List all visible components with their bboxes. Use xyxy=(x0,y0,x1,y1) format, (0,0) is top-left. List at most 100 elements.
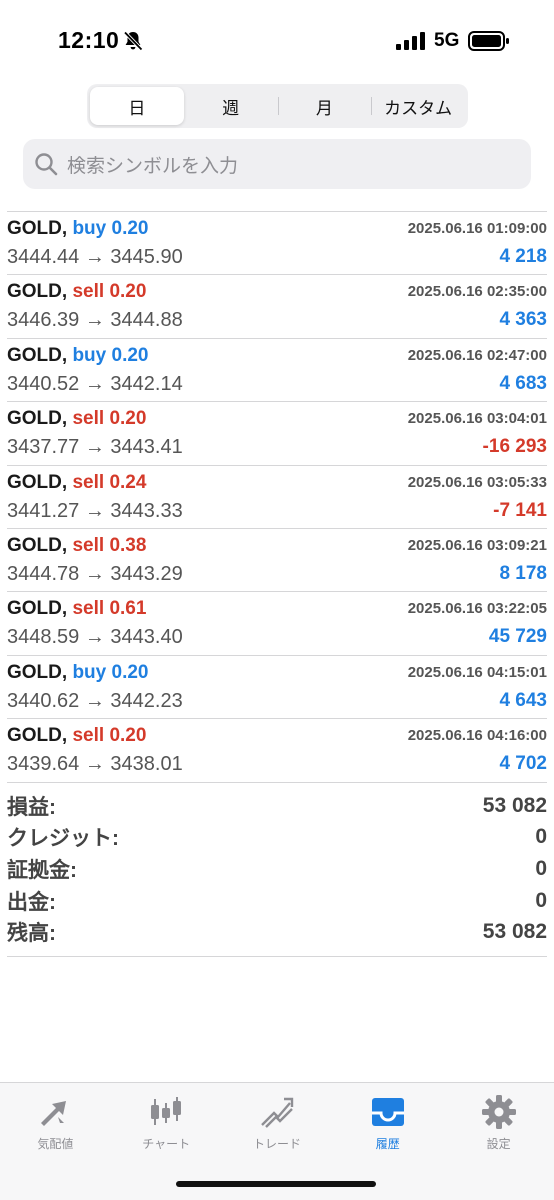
trade-volume: 0.20 xyxy=(109,725,147,747)
summary-row: クレジット: 0 xyxy=(7,822,547,854)
trade-side: sell xyxy=(72,408,105,430)
trade-time: 2025.06.16 03:22:05 xyxy=(407,600,547,618)
trade-symbol: GOLD, xyxy=(7,534,68,556)
trade-title: GOLD, sell 0.20 xyxy=(7,408,146,430)
open-price: 3444.78 xyxy=(7,562,80,585)
trade-volume: 0.38 xyxy=(109,534,147,556)
close-price: 3442.23 xyxy=(110,689,183,712)
summary-value: 53 082 xyxy=(482,920,547,944)
summary-row: 損益: 53 082 xyxy=(7,790,547,822)
candlestick-chart-icon xyxy=(151,1097,182,1125)
trade-profit: -7 141 xyxy=(493,499,547,521)
trade-symbol: GOLD, xyxy=(7,598,68,620)
account-summary: 損益: 53 082 クレジット: 0 証拠金: 0 出金: 0 残高: 53 082 xyxy=(7,790,547,957)
bell-slash-icon xyxy=(123,31,143,51)
arrow-right-icon: → xyxy=(84,753,105,776)
trade-prices: 3439.64 → 3438.01 xyxy=(7,753,183,776)
home-indicator xyxy=(176,1181,376,1187)
close-price: 3442.14 xyxy=(110,372,183,395)
trade-prices: 3448.59 → 3443.40 xyxy=(7,626,183,649)
segment-label: 日 xyxy=(128,98,146,118)
trade-time: 2025.06.16 03:05:33 xyxy=(407,473,547,491)
segment-day[interactable]: 日 xyxy=(90,87,184,125)
tab-label: 設定 xyxy=(486,1137,511,1151)
trade-title: GOLD, sell 0.24 xyxy=(7,472,146,494)
trade-volume: 0.20 xyxy=(109,281,147,303)
summary-value: 0 xyxy=(535,856,547,880)
trade-row[interactable]: GOLD, sell 0.20 2025.06.16 03:04:01 3437.7… xyxy=(7,402,547,466)
trade-row[interactable]: GOLD, sell 0.24 2025.06.16 03:05:33 3441.2… xyxy=(7,466,547,529)
summary-label: 出金: xyxy=(7,890,56,914)
trade-title: GOLD, sell 0.20 xyxy=(7,725,146,747)
trade-side: sell xyxy=(72,725,105,747)
trade-prices: 3446.39 → 3444.88 xyxy=(7,309,183,332)
arrow-right-icon: → xyxy=(84,499,105,522)
arrow-right-icon: → xyxy=(84,309,105,332)
trade-profit: 4 702 xyxy=(499,753,547,775)
trade-side: sell xyxy=(72,534,105,556)
close-price: 3443.29 xyxy=(110,562,183,585)
trade-side: sell xyxy=(72,598,105,620)
symbol-search-input[interactable]: 検索シンボルを入力 xyxy=(23,139,531,189)
close-price: 3444.88 xyxy=(110,309,183,332)
trade-volume: 0.20 xyxy=(111,661,149,683)
trade-profit: -16 293 xyxy=(482,436,547,458)
segment-month[interactable]: 月 xyxy=(277,87,372,125)
search-placeholder: 検索シンボルを入力 xyxy=(67,155,239,177)
summary-label: 証拠金: xyxy=(7,858,77,882)
segment-custom[interactable]: カスタム xyxy=(371,87,465,125)
segment-label: 週 xyxy=(222,98,240,118)
trade-profit: 4 643 xyxy=(499,689,547,711)
trade-row[interactable]: GOLD, sell 0.38 2025.06.16 03:09:21 3444.7… xyxy=(7,529,547,593)
trade-volume: 0.20 xyxy=(111,344,149,366)
open-price: 3437.77 xyxy=(7,436,80,459)
trade-time: 2025.06.16 03:04:01 xyxy=(407,410,547,428)
segment-label: カスタム xyxy=(384,98,453,118)
trade-title: GOLD, sell 0.38 xyxy=(7,535,146,557)
tab-label: チャート xyxy=(142,1137,191,1151)
history-inbox-icon xyxy=(371,1098,404,1126)
summary-label: クレジット: xyxy=(7,827,119,851)
arrow-right-icon: → xyxy=(84,372,105,395)
segment-week[interactable]: 週 xyxy=(184,87,278,125)
trade-row[interactable]: GOLD, sell 0.20 2025.06.16 02:35:00 3446.3… xyxy=(7,275,547,339)
trade-symbol: GOLD, xyxy=(7,218,68,239)
open-price: 3444.44 xyxy=(7,246,80,268)
trade-volume: 0.20 xyxy=(109,408,147,430)
status-bar: 12:10 5G xyxy=(0,0,554,78)
trade-row[interactable]: GOLD, sell 0.61 2025.06.16 03:22:05 3448.5… xyxy=(7,592,547,656)
arrow-right-icon: → xyxy=(84,436,105,459)
open-price: 3448.59 xyxy=(7,626,80,649)
trade-volume: 0.24 xyxy=(109,471,147,493)
segment-label: 月 xyxy=(315,98,333,118)
tab-label: 気配値 xyxy=(37,1137,74,1151)
trade-time: 2025.06.16 03:09:21 xyxy=(407,536,547,554)
trade-title: GOLD, sell 0.61 xyxy=(7,598,146,620)
close-price: 3438.01 xyxy=(110,753,183,776)
trade-profit: 4 683 xyxy=(499,372,547,394)
trade-symbol: GOLD, xyxy=(7,471,68,493)
tab-settings[interactable]: 設定 xyxy=(443,1083,554,1200)
trade-symbol: GOLD, xyxy=(7,408,68,430)
trade-time: 2025.06.16 04:16:00 xyxy=(407,727,547,745)
summary-value: 0 xyxy=(535,825,547,849)
summary-row: 残高: 53 082 xyxy=(7,916,547,948)
summary-value: 0 xyxy=(535,888,547,912)
trade-row[interactable]: GOLD, buy 0.20 2025.06.16 04:15:01 3440.62… xyxy=(7,656,547,720)
trade-row[interactable]: GOLD, sell 0.20 2025.06.16 04:16:00 3439.6… xyxy=(7,719,547,783)
summary-label: 損益: xyxy=(7,795,56,819)
trade-volume: 0.61 xyxy=(109,598,147,620)
trade-profit: 4 218 xyxy=(499,246,547,267)
trade-prices: 3437.77 → 3443.41 xyxy=(7,436,183,459)
open-price: 3446.39 xyxy=(7,309,80,332)
arrow-right-icon: → xyxy=(84,562,105,585)
tab-quotes[interactable]: 気配値 xyxy=(0,1083,111,1200)
trade-row[interactable]: GOLD, buy 0.20 2025.06.16 01:09:00 3444.44… xyxy=(7,212,547,276)
trade-row[interactable]: GOLD, buy 0.20 2025.06.16 02:47:00 3440.52… xyxy=(7,339,547,403)
trade-side: buy xyxy=(72,218,107,239)
summary-label: 残高: xyxy=(7,922,56,946)
trade-title: GOLD, buy 0.20 xyxy=(7,345,149,367)
trade-side: buy xyxy=(72,344,107,366)
trade-title: GOLD, sell 0.20 xyxy=(7,281,146,303)
close-price: 3443.33 xyxy=(110,499,183,522)
